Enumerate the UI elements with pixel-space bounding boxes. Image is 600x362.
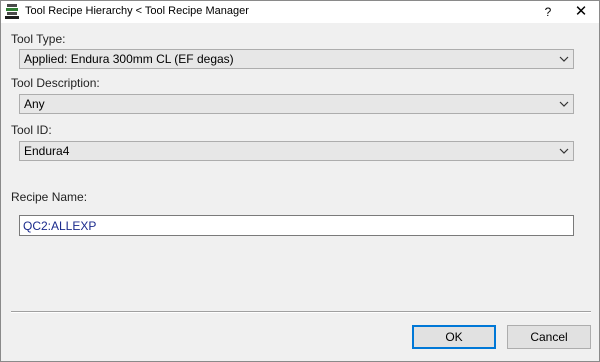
help-button[interactable]: ? [534,2,562,22]
chevron-down-icon [559,101,569,107]
tool-stack-icon [5,4,19,19]
tool-description-dropdown[interactable]: Any [19,94,574,114]
recipe-name-label: Recipe Name: [11,190,88,204]
tool-description-label: Tool Description: [11,76,100,90]
cancel-button[interactable]: Cancel [507,325,591,349]
tool-recipe-hierarchy-dialog: Tool Recipe Hierarchy < Tool Recipe Mana… [0,0,600,362]
ok-button[interactable]: OK [412,325,496,349]
tool-type-value: Applied: Endura 300mm CL (EF degas) [24,52,234,66]
tool-type-dropdown[interactable]: Applied: Endura 300mm CL (EF degas) [19,49,574,69]
chevron-down-icon [559,148,569,154]
tool-type-label: Tool Type: [11,32,66,46]
chevron-down-icon [559,56,569,62]
tool-id-dropdown[interactable]: Endura4 [19,141,574,161]
close-button[interactable]: ✕ [564,2,598,22]
tool-id-label: Tool ID: [11,123,52,137]
recipe-name-input[interactable]: QC2:ALLEXP [19,215,574,236]
recipe-name-value: QC2:ALLEXP [23,219,97,233]
divider [11,311,591,313]
tool-description-value: Any [24,97,45,111]
dialog-body: Tool Type: Applied: Endura 300mm CL (EF … [1,23,599,361]
window-title: Tool Recipe Hierarchy < Tool Recipe Mana… [25,5,249,17]
tool-id-value: Endura4 [24,144,70,158]
title-bar[interactable]: Tool Recipe Hierarchy < Tool Recipe Mana… [1,1,599,23]
